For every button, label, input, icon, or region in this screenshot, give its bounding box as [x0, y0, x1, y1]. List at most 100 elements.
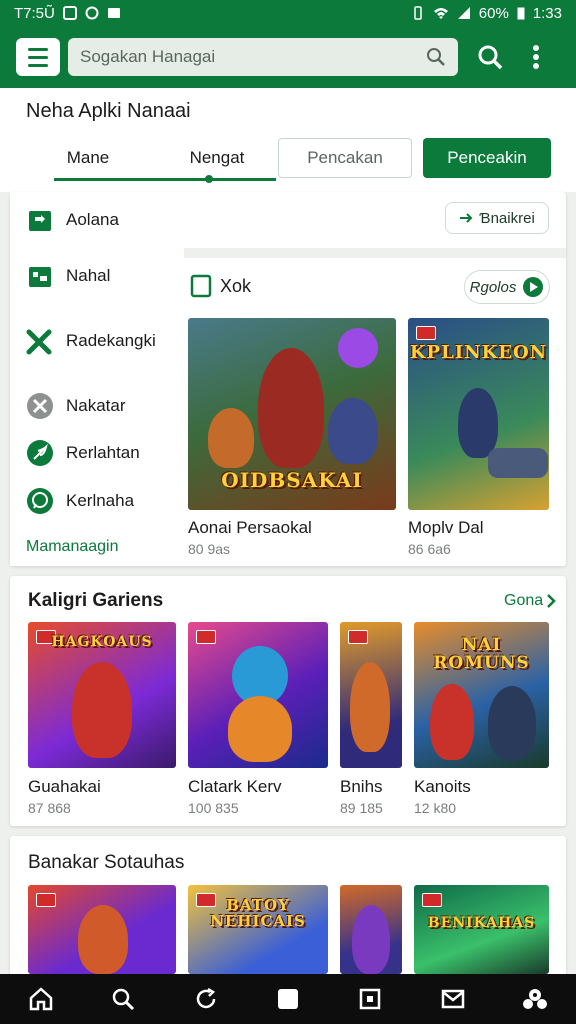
sidebar-label: Radekangki [66, 331, 156, 350]
sidebar-label: Nahal [66, 266, 111, 285]
tab-indicator [54, 178, 276, 181]
blocked-icon [26, 392, 54, 420]
game-thumbnail: BENIKAHAS [414, 885, 549, 974]
game-thumbnail: BATOY NEHICAIS [188, 885, 328, 974]
square-icon[interactable] [268, 979, 308, 1019]
game-card[interactable] [340, 885, 402, 974]
chat-icon [26, 487, 54, 515]
game-thumbnail [340, 885, 402, 974]
sidebar-item-kerlnaha[interactable]: Kerlnaha [26, 487, 134, 515]
game-name: Clatark Kerv [188, 777, 282, 796]
game-name: Bnihs [340, 777, 383, 796]
game-card[interactable]: NAI ROMUNS Kanoits 12 k80 [414, 622, 549, 822]
app-bar: Sogakan Hanagai [0, 26, 576, 88]
tab-bar: Mane Nengat Pencakan Penceakin [26, 138, 566, 186]
vibrate-icon [414, 6, 422, 20]
sidebar-item-nahal[interactable]: Nahal [26, 262, 110, 290]
sidebar-item-aolana[interactable]: Aolana [26, 206, 119, 234]
game-logo: NAI ROMUNS [433, 635, 530, 673]
categories-title: Kaligri Gariens [28, 590, 164, 611]
play-circle-icon [523, 277, 544, 297]
game-name: Moplv Dal [408, 518, 484, 537]
badge [196, 630, 216, 644]
badge [348, 630, 368, 644]
arrow-right-icon [460, 213, 473, 223]
game-logo: BATOY NEHICAIS [210, 896, 306, 930]
tab-penceakin[interactable]: Penceakin [423, 138, 551, 178]
game-card[interactable]: Clatark Kerv 100 835 [188, 622, 328, 822]
mail-icon[interactable] [433, 979, 473, 1019]
profile-icon[interactable] [515, 979, 555, 1019]
search-button[interactable] [476, 43, 504, 71]
game-thumbnail [28, 885, 176, 974]
game-card[interactable]: HAGKOAUS Guahakai 87 868 [28, 622, 176, 822]
apps-icon[interactable] [350, 979, 390, 1019]
game-size: 100 835 [188, 800, 239, 816]
game-name: Guahakai [28, 777, 101, 796]
game-card[interactable]: KPLINKEON Moplv Dal 86 6a6 [408, 318, 549, 558]
menu-button[interactable] [16, 38, 60, 76]
game-card[interactable]: BENIKAHAS [414, 885, 549, 974]
recommended-title: Banakar Sotauhas [28, 852, 185, 873]
game-size: 87 868 [28, 800, 71, 816]
game-card[interactable]: BATOY NEHICAIS [188, 885, 328, 974]
badge [422, 893, 442, 907]
app-box-icon [26, 206, 54, 234]
photo-icon [107, 8, 120, 18]
categories-link-label: Gona [504, 592, 544, 609]
more-vert-icon [533, 45, 539, 69]
search-input[interactable]: Sogakan Hanagai [68, 38, 458, 76]
sidebar-label: Rerlahtan [66, 443, 140, 462]
sidebar-item-rerlahtan[interactable]: Rerlahtan [26, 439, 140, 467]
bottom-navigation [0, 974, 576, 1024]
game-size: 80 9as [188, 541, 231, 557]
game-logo: OIDBSAKAI [221, 468, 363, 492]
top-action-label: Ɓnaikrei [479, 209, 535, 227]
sidebar-more-link[interactable]: Mamanaagin [26, 538, 119, 556]
game-thumbnail: OIDBSAKAI [188, 318, 396, 510]
badge [36, 893, 56, 907]
featured-title: Xok [220, 275, 252, 296]
tab-pencakan[interactable]: Pencakan [278, 138, 412, 178]
game-thumbnail: HAGKOAUS [28, 622, 176, 768]
search-icon [478, 45, 503, 70]
tablet-icon [190, 274, 212, 298]
battery-text: 60% [478, 4, 509, 22]
game-size: 89 185 [340, 800, 383, 816]
battery-icon [517, 7, 525, 20]
tab-nengat[interactable]: Nengat [152, 138, 282, 178]
clock: 1:33 [532, 4, 562, 22]
status-bar: T7:5Ũ 60% 1:33 [0, 0, 576, 26]
sidebar-label: Nakatar [66, 396, 126, 415]
top-action-button[interactable]: Ɓnaikrei [445, 202, 549, 234]
search-icon[interactable] [103, 979, 143, 1019]
game-card[interactable]: Bnihs 89 185 [340, 622, 402, 822]
game-card[interactable] [28, 885, 176, 974]
sidebar-label: Kerlnaha [66, 491, 135, 510]
featured-action-button[interactable]: Rgolos [464, 270, 550, 304]
game-card[interactable]: OIDBSAKAI Aonai Persaokal 80 9as [188, 318, 396, 558]
home-icon[interactable] [21, 979, 61, 1019]
overflow-menu-button[interactable] [522, 43, 550, 71]
status-left-text: T7:5Ũ [14, 4, 55, 22]
category-sidebar: Aolana Nahal Radekangki Nakatar Rerlahta… [10, 192, 184, 566]
sidebar-item-nakatar[interactable]: Nakatar [26, 392, 126, 420]
sidebar-label: Aolana [66, 210, 119, 229]
sidebar-item-radekangki[interactable]: Radekangki [26, 327, 156, 355]
leaf-icon [26, 439, 54, 467]
grid-app-icon [26, 262, 54, 290]
game-thumbnail: NAI ROMUNS [414, 622, 549, 768]
chevron-right-icon [547, 594, 556, 608]
featured-action-label: Rgolos [469, 278, 517, 296]
game-size: 86 6a6 [408, 541, 451, 557]
notification-icon [62, 6, 77, 20]
wifi-icon [433, 8, 448, 19]
game-name: Aonai Persaokal [188, 518, 312, 537]
tab-mane[interactable]: Mane [26, 138, 150, 178]
game-thumbnail [188, 622, 328, 768]
featured-header: Xok [190, 274, 251, 298]
divider [184, 248, 566, 258]
game-logo: KPLINKEON [409, 342, 548, 363]
categories-link[interactable]: Gona [504, 592, 556, 610]
refresh-icon[interactable] [186, 979, 226, 1019]
